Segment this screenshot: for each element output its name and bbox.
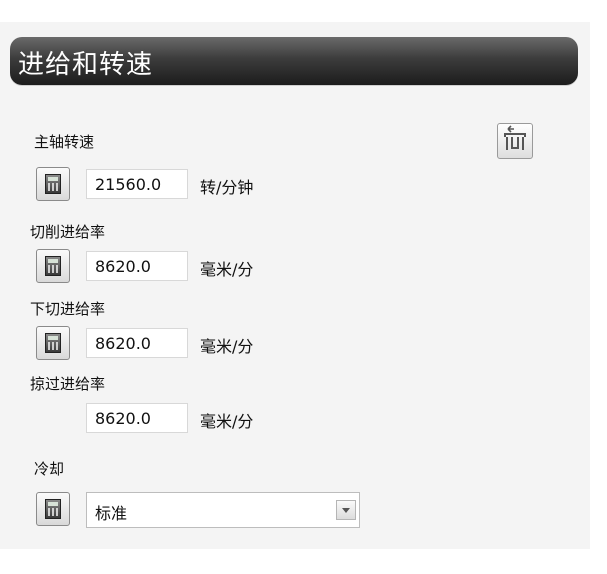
coolant-label: 冷却 [34,460,65,478]
spindle-speed-unit: 转/分钟 [200,178,254,197]
plunge-feed-unit: 毫米/分 [200,337,254,356]
calculator-icon [45,174,61,194]
skim-feed-label: 掠过进给率 [30,375,106,393]
cutting-feed-calculator-button[interactable] [36,249,70,283]
feeds-speeds-panel [0,22,590,549]
calculator-icon [45,333,61,353]
calculator-icon [45,499,61,519]
load-from-tool-button[interactable] [497,123,533,159]
panel-title: 进给和转速 [18,50,154,80]
coolant-select[interactable]: 标准 [86,492,360,528]
coolant-calculator-button[interactable] [36,492,70,526]
panel-title-bar: 进给和转速 [10,37,578,85]
plunge-feed-calculator-button[interactable] [36,326,70,360]
skim-feed-unit: 毫米/分 [200,412,254,431]
spindle-speed-calculator-button[interactable] [36,167,70,201]
cutting-feed-unit: 毫米/分 [200,260,254,279]
load-from-tool-icon [504,125,526,150]
cutting-feed-input[interactable]: 8620.0 [86,251,188,281]
plunge-feed-label: 下切进给率 [30,300,106,318]
spindle-speed-input[interactable]: 21560.0 [86,169,188,199]
calculator-icon [45,256,61,276]
cutting-feed-label: 切削进给率 [30,223,106,241]
plunge-feed-input[interactable]: 8620.0 [86,328,188,358]
spindle-speed-label: 主轴转速 [34,133,95,151]
skim-feed-input[interactable]: 8620.0 [86,403,188,433]
coolant-selected-value: 标准 [95,504,128,523]
chevron-down-icon[interactable] [336,500,356,520]
